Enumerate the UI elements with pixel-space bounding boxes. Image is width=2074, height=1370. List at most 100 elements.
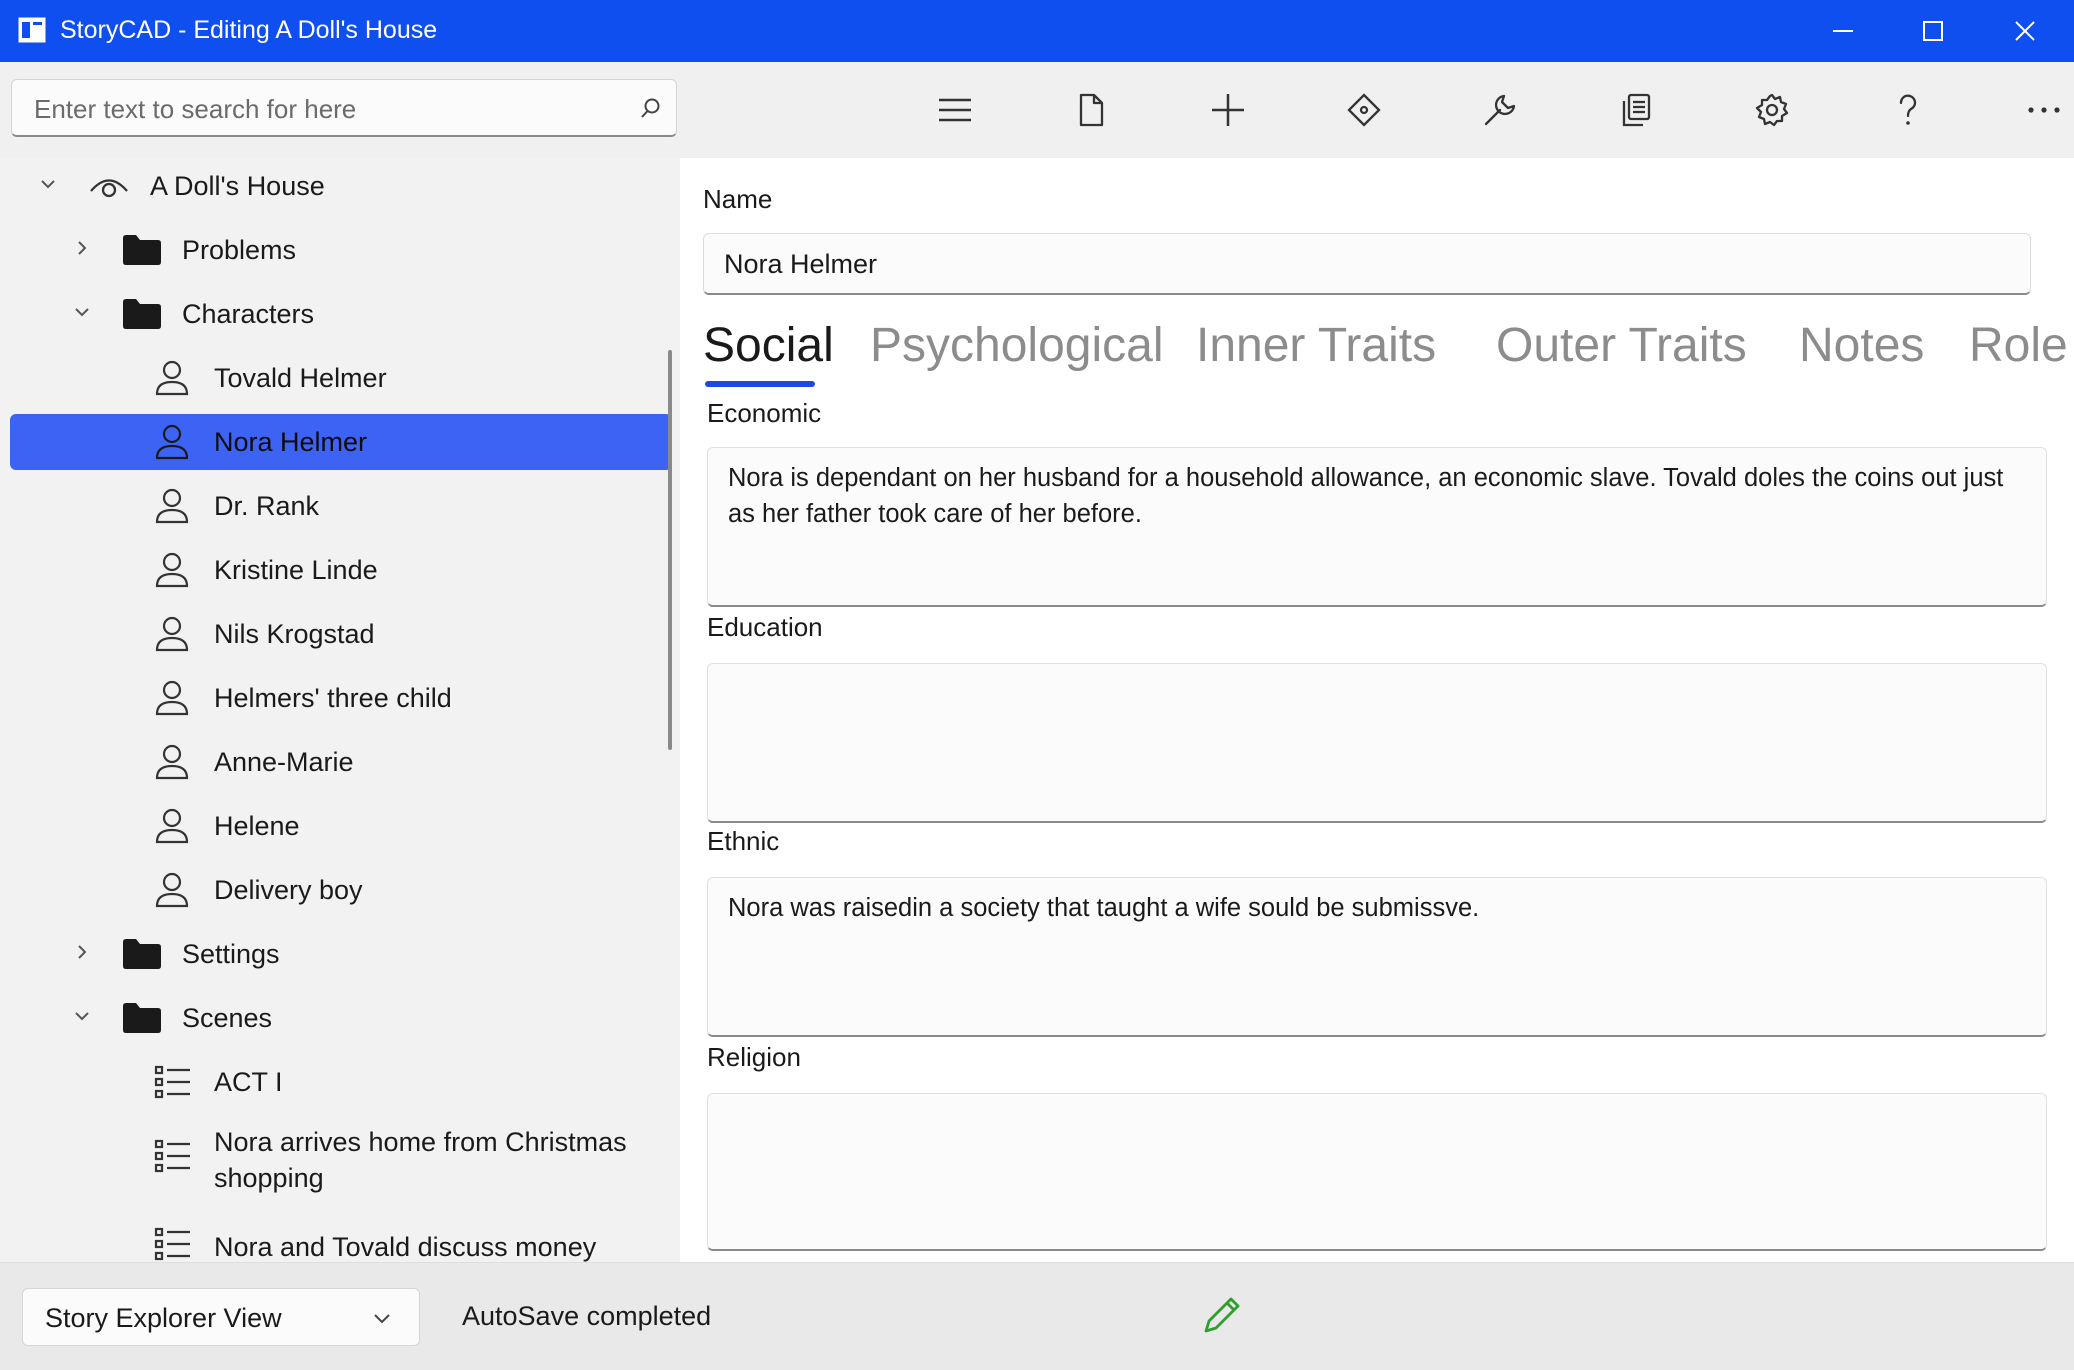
tree-character[interactable]: Helmers' three child: [10, 670, 672, 726]
folder-icon: [123, 235, 161, 265]
tree-character[interactable]: Nils Krogstad: [10, 606, 672, 662]
chevron-down-icon: [374, 1314, 390, 1324]
toolbar: [0, 62, 2074, 159]
gear-icon: [1755, 93, 1789, 127]
chevron-down-icon[interactable]: [74, 304, 90, 320]
character-editor: Name Nora Helmer Social Psychological In…: [680, 158, 2074, 1262]
tab-social[interactable]: Social: [703, 318, 834, 373]
name-field[interactable]: Nora Helmer: [703, 233, 2031, 295]
tree-character[interactable]: Delivery boy: [10, 862, 672, 918]
overview-eye-icon: [90, 179, 128, 198]
chevron-right-icon[interactable]: [74, 944, 90, 960]
add-icon: [1212, 94, 1244, 126]
pencil-icon[interactable]: [1200, 1293, 1244, 1337]
active-tab-indicator: [705, 381, 815, 387]
reports-button[interactable]: [1612, 86, 1660, 134]
person-icon: [155, 424, 189, 460]
search-icon[interactable]: [640, 97, 662, 119]
ethnic-label: Ethnic: [707, 826, 780, 856]
tree-item-label: Tovald Helmer: [214, 363, 387, 393]
folder-icon: [123, 939, 161, 969]
tab-role[interactable]: Role: [1969, 318, 2068, 373]
search-box[interactable]: [11, 79, 677, 137]
economic-label: Economic: [707, 398, 822, 428]
more-icon: [2028, 107, 2060, 113]
chevron-right-icon[interactable]: [74, 240, 90, 256]
tree-folder-scenes[interactable]: Scenes: [10, 990, 672, 1046]
wrench-icon: [1484, 94, 1516, 126]
help-button[interactable]: [1884, 86, 1932, 134]
view-selector-value: Story Explorer View: [45, 1303, 282, 1333]
tree-item-label: Nora and Tovald discuss money: [214, 1232, 597, 1262]
person-icon: [155, 488, 189, 524]
tree-item-label: Dr. Rank: [214, 491, 320, 521]
tree-scene[interactable]: Nora arrives home from Christmas shoppin…: [10, 1124, 672, 1200]
education-field[interactable]: [707, 663, 2047, 823]
file-button[interactable]: [1067, 86, 1115, 134]
app-icon: [18, 17, 46, 43]
status-message: AutoSave completed: [462, 1301, 712, 1331]
person-icon: [155, 360, 189, 396]
tree-item-label: Helene: [214, 811, 300, 841]
tab-psychological[interactable]: Psychological: [870, 318, 1163, 373]
story-explorer-tree: A Doll's House Problems Characters Toval…: [0, 158, 680, 1262]
person-icon: [155, 808, 189, 844]
tree-item-label: Nils Krogstad: [214, 619, 375, 649]
ethnic-field[interactable]: Nora was raisedin a society that taught …: [707, 877, 2047, 1037]
tree-item-label: Delivery boy: [214, 875, 363, 905]
chevron-down-icon[interactable]: [40, 176, 56, 192]
name-label: Name: [703, 184, 773, 214]
religion-label: Religion: [707, 1042, 801, 1072]
scene-list-icon: [154, 1227, 190, 1261]
settings-button[interactable]: [1748, 86, 1796, 134]
chevron-down-icon[interactable]: [74, 1008, 90, 1024]
tree-item-label: Problems: [182, 235, 297, 265]
tree-character[interactable]: Dr. Rank: [10, 478, 672, 534]
maximize-button[interactable]: [1888, 0, 1978, 62]
tree-root-label: A Doll's House: [150, 171, 325, 201]
close-button[interactable]: [1980, 0, 2070, 62]
tree-scene[interactable]: ACT I: [10, 1054, 672, 1110]
tree-item-label: Characters: [182, 299, 315, 329]
religion-field[interactable]: [707, 1093, 2047, 1251]
tree-item-label: Helmers' three child: [214, 683, 452, 713]
tree-scene[interactable]: Nora and Tovald discuss money: [10, 1226, 672, 1262]
maximize-icon: [1923, 21, 1943, 41]
tree-character[interactable]: Kristine Linde: [10, 542, 672, 598]
search-input[interactable]: [32, 90, 616, 128]
more-button[interactable]: [2020, 86, 2068, 134]
sidebar-scrollbar[interactable]: [668, 350, 672, 750]
hamburger-menu-icon: [939, 98, 971, 122]
menu-button[interactable]: [931, 86, 979, 134]
tree-character[interactable]: Tovald Helmer: [10, 350, 672, 406]
add-button[interactable]: [1204, 86, 1252, 134]
close-icon: [2015, 21, 2035, 41]
tree-folder-characters[interactable]: Characters: [10, 286, 672, 342]
move-button[interactable]: [1340, 86, 1388, 134]
minimize-button[interactable]: [1798, 0, 1888, 62]
person-icon: [155, 872, 189, 908]
tab-inner-traits[interactable]: Inner Traits: [1196, 318, 1436, 373]
tree-character[interactable]: Anne-Marie: [10, 734, 672, 790]
education-label: Education: [707, 612, 823, 642]
tab-strip: Social Psychological Inner Traits Outer …: [703, 318, 2068, 388]
tree-character[interactable]: Helene: [10, 798, 672, 854]
tree-item-label: Anne-Marie: [214, 747, 354, 777]
tools-button[interactable]: [1476, 86, 1524, 134]
tree-folder-settings[interactable]: Settings: [10, 926, 672, 982]
scene-list-icon: [154, 1139, 190, 1173]
economic-field[interactable]: Nora is dependant on her husband for a h…: [707, 447, 2047, 607]
file-icon: [1079, 93, 1104, 127]
tree-item-label: Nora arrives home from Christmas shoppin…: [214, 1127, 627, 1193]
view-selector[interactable]: Story Explorer View: [22, 1288, 420, 1346]
name-value: Nora Helmer: [724, 249, 878, 279]
person-icon: [155, 616, 189, 652]
tab-outer-traits[interactable]: Outer Traits: [1496, 318, 1747, 373]
person-icon: [155, 744, 189, 780]
tree-character-selected[interactable]: Nora Helmer: [10, 414, 672, 470]
copy-icon: [1622, 93, 1651, 127]
tree-folder-problems[interactable]: Problems: [10, 222, 672, 278]
tree-item-root[interactable]: A Doll's House: [10, 158, 672, 214]
tab-notes[interactable]: Notes: [1799, 318, 1924, 373]
move-icon: [1347, 93, 1381, 127]
